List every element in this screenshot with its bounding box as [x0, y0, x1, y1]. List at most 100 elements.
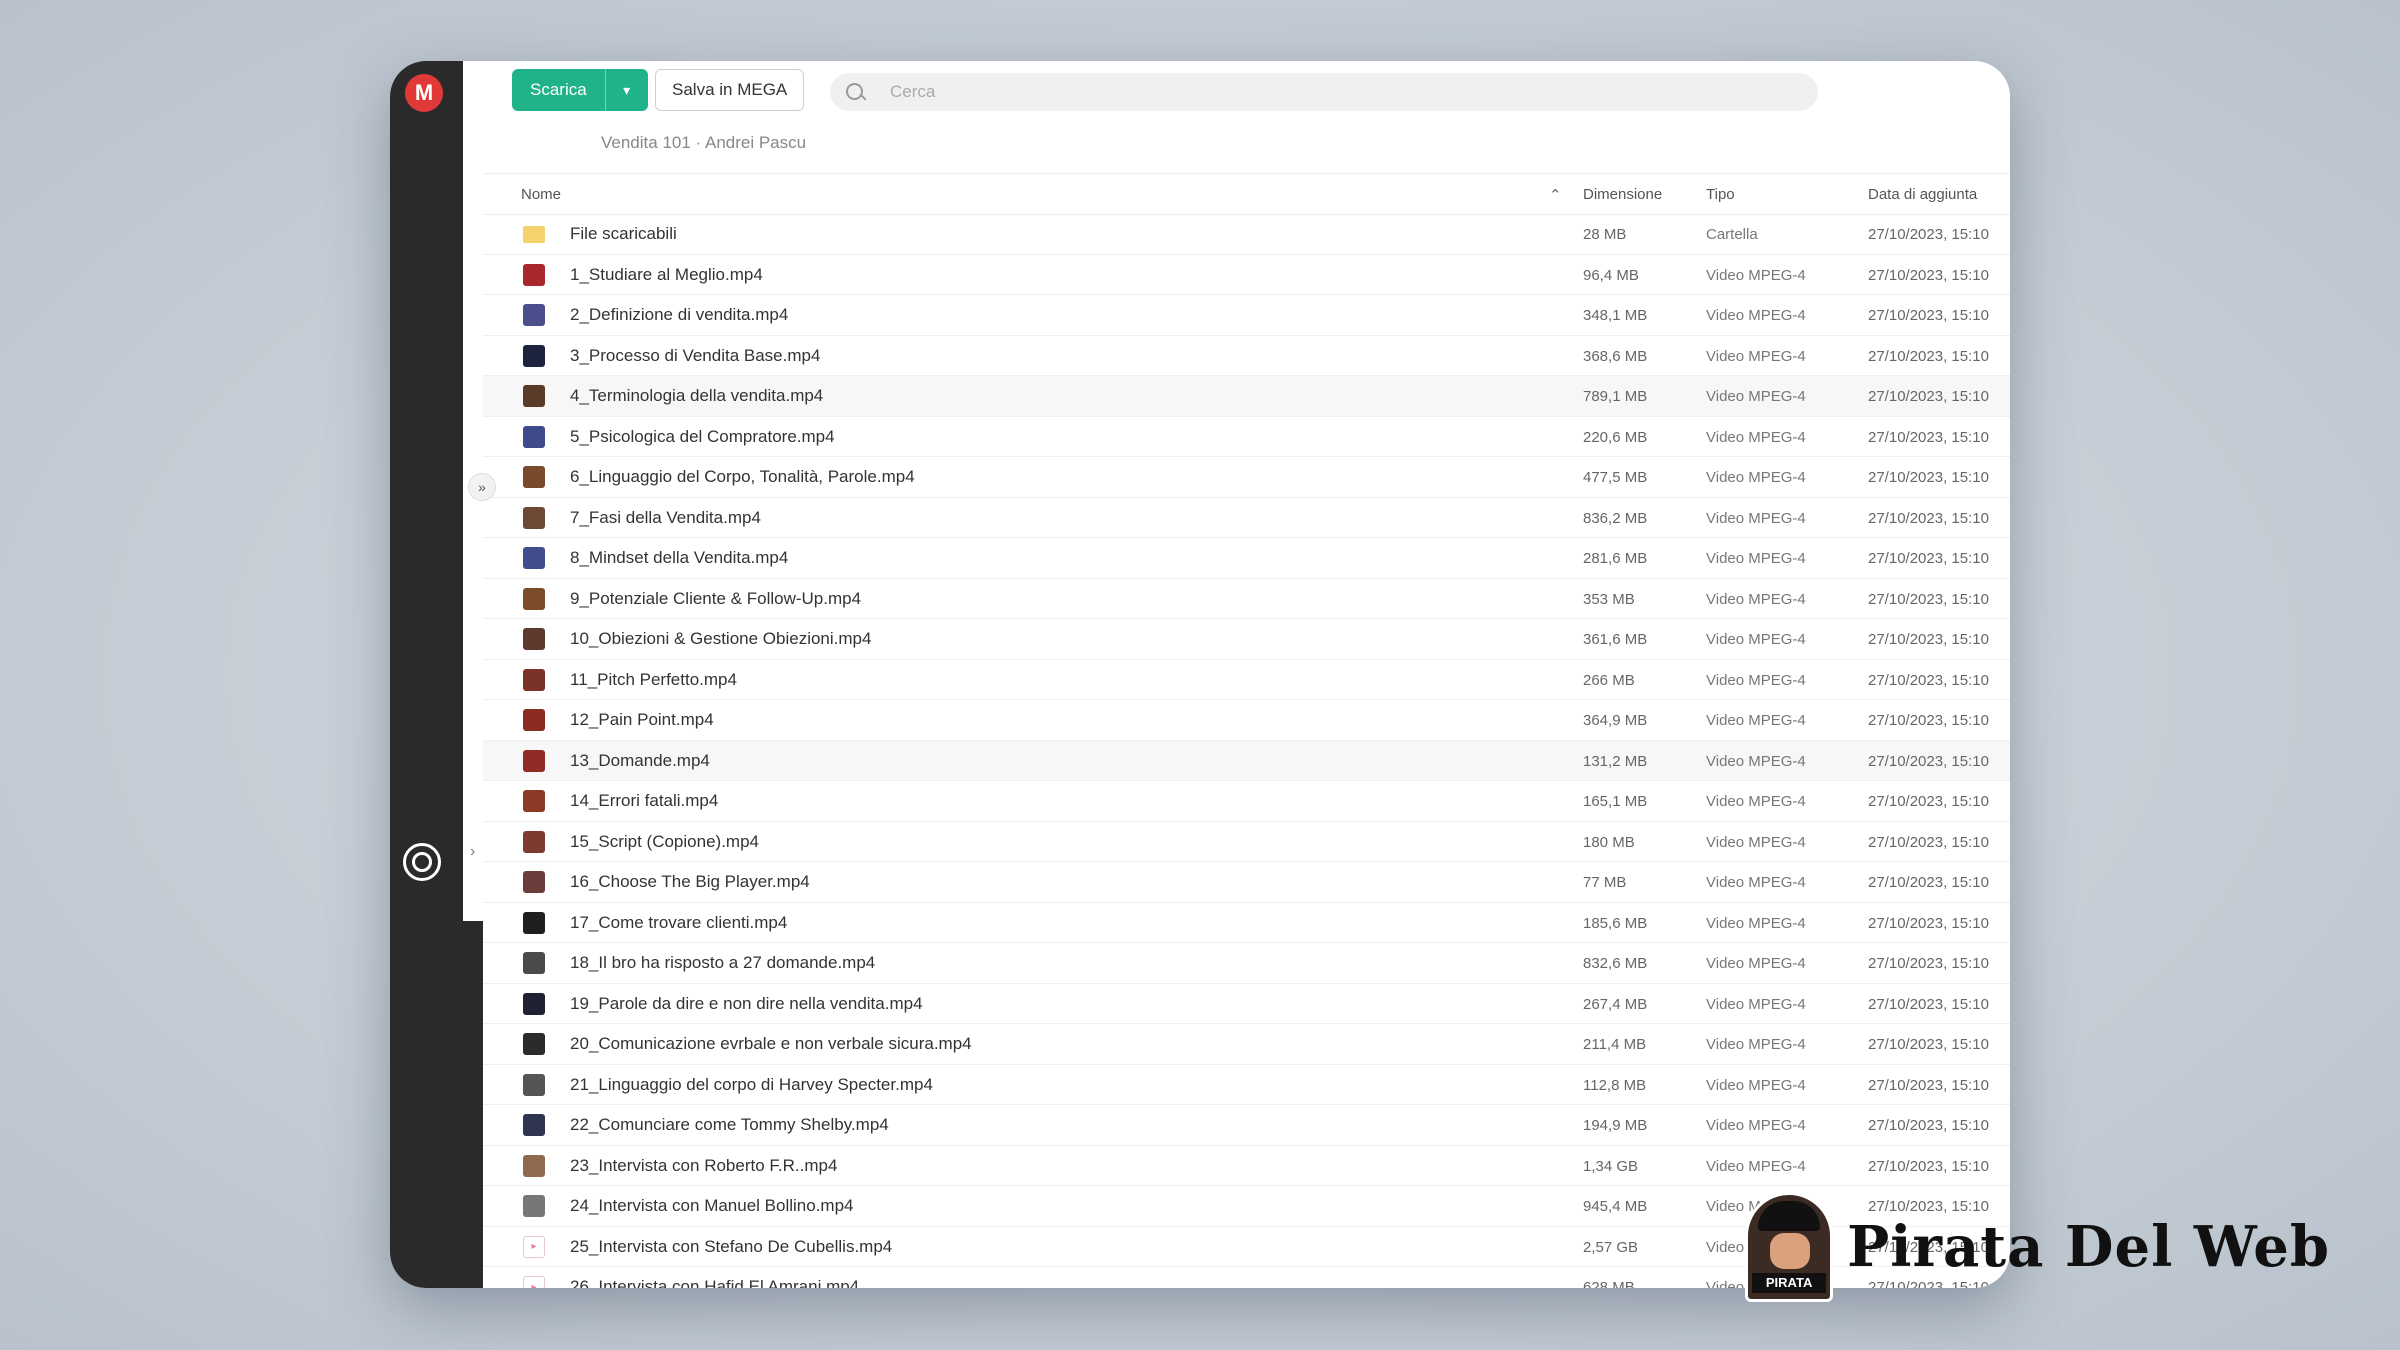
file-name: 12_Pain Point.mp4: [570, 710, 714, 729]
file-date: 27/10/2023, 15:10: [1868, 1036, 1989, 1053]
file-row[interactable]: 2_Definizione di vendita.mp4 348,1 MB Vide…: [483, 295, 2010, 336]
file-type: Video MPEG-4: [1706, 631, 1806, 648]
file-row[interactable]: 13_Domande.mp4 131,2 MB Video MPEG-4 27/10/…: [483, 740, 2010, 781]
file-type: Video MPEG-4: [1706, 1157, 1806, 1175]
list-header: Nome ⌃ Dimensione Tipo Data di aggiunta: [483, 173, 2010, 215]
file-date: 27/10/2023, 15:10: [1868, 1157, 1989, 1175]
file-name: 14_Errori fatali.mp4: [570, 791, 719, 810]
file-date: 27/10/2023, 15:10: [1868, 509, 1989, 527]
video-thumbnail-icon: [523, 587, 545, 610]
side-panel-strip-bottom: [463, 921, 483, 1288]
file-name: 26_Intervista con Hafid El Amrani.mp4: [570, 1277, 860, 1288]
file-row[interactable]: 7_Fasi della Vendita.mp4 836,2 MB Video MP…: [483, 498, 2010, 538]
file-row[interactable]: 4_Terminologia della vendita.mp4 789,1 MB…: [483, 376, 2010, 417]
file-size: 28 MB: [1583, 226, 1627, 243]
mega-logo[interactable]: M: [405, 74, 443, 112]
file-size: 194,9 MB: [1583, 1117, 1648, 1134]
file-name: 18_Il bro ha risposto a 27 domande.mp4: [570, 953, 876, 972]
file-row[interactable]: 22_Comunciare come Tommy Shelby.mp4 194,9…: [483, 1105, 2010, 1146]
file-date: 27/10/2023, 15:10: [1868, 1117, 1989, 1134]
file-type: Video MPEG-4: [1706, 752, 1806, 770]
download-button[interactable]: Scarica ▾: [512, 69, 648, 111]
expand-sidebar-icon[interactable]: »: [468, 473, 496, 501]
file-row[interactable]: 23_Intervista con Roberto F.R..mp4 1,34 G…: [483, 1146, 2010, 1186]
folder-icon: [523, 226, 545, 243]
video-thumbnail-icon: [523, 992, 545, 1015]
file-type: Video MPEG-4: [1706, 955, 1806, 972]
file-date: 27/10/2023, 15:10: [1868, 266, 1989, 284]
file-date: 27/10/2023, 15:10: [1868, 1076, 1989, 1094]
save-to-mega-button[interactable]: Salva in MEGA: [655, 69, 805, 111]
file-row[interactable]: 3_Processo di Vendita Base.mp4 368,6 MB Vi…: [483, 336, 2010, 376]
video-thumbnail-icon: [523, 871, 545, 893]
file-row[interactable]: 19_Parole da dire e non dire nella vendi…: [483, 984, 2010, 1024]
file-row[interactable]: 16_Choose The Big Player.mp4 77 MB Video M…: [483, 862, 2010, 903]
file-row[interactable]: 1_Studiare al Meglio.mp4 96,4 MB Video MPE…: [483, 255, 2010, 295]
file-size: 361,6 MB: [1583, 631, 1648, 648]
file-type: Video MPEG-4: [1706, 590, 1806, 608]
video-thumbnail-icon: [523, 668, 545, 691]
file-date: 27/10/2023, 15:10: [1868, 712, 1989, 729]
file-type: Video MPEG-4: [1706, 428, 1806, 446]
file-name: 16_Choose The Big Player.mp4: [570, 872, 810, 891]
file-name: 9_Potenziale Cliente & Follow-Up.mp4: [570, 588, 862, 608]
file-size: 628 MB: [1583, 1279, 1635, 1288]
file-row[interactable]: 12_Pain Point.mp4 364,9 MB Video MPEG-4 27/…: [483, 700, 2010, 741]
file-row[interactable]: 11_Pitch Perfetto.mp4 266 MB Video MPEG-4 2…: [483, 660, 2010, 700]
file-date: 27/10/2023, 15:10: [1868, 874, 1989, 891]
file-type: Video MPEG-4: [1706, 347, 1806, 365]
file-name: 22_Comunciare come Tommy Shelby.mp4: [570, 1115, 889, 1134]
file-row[interactable]: 6_Linguaggio del Corpo, Tonalità, Parole…: [483, 457, 2010, 498]
file-type: Video MPEG-4: [1706, 509, 1806, 527]
video-thumbnail-icon: [523, 1073, 545, 1096]
file-size: 836,2 MB: [1583, 509, 1648, 527]
file-name: 6_Linguaggio del Corpo, Tonalità, Parole…: [570, 467, 915, 486]
file-type: Video MPEG-4: [1706, 995, 1806, 1013]
file-date: 27/10/2023, 15:10: [1868, 307, 1989, 324]
file-row[interactable]: 18_Il bro ha risposto a 27 domande.mp4 83…: [483, 943, 2010, 984]
search-bar[interactable]: [830, 73, 1818, 111]
file-row[interactable]: 17_Come trovare clienti.mp4 185,6 MB Video…: [483, 903, 2010, 943]
file-row[interactable]: 20_Comunicazione evrbale e non verbale s…: [483, 1024, 2010, 1065]
column-size[interactable]: Dimensione: [1583, 186, 1662, 203]
file-size: 180 MB: [1583, 833, 1635, 851]
account-circle-icon[interactable]: [403, 843, 441, 881]
file-row[interactable]: 8_Mindset della Vendita.mp4 281,6 MB Video…: [483, 538, 2010, 579]
file-type: Video MPEG-4: [1706, 1076, 1806, 1094]
file-row[interactable]: File scaricabili 28 MB Cartella 27/10/2023,…: [483, 214, 2010, 255]
file-name: 19_Parole da dire e non dire nella vendi…: [570, 993, 923, 1013]
file-type: Video MPEG-4: [1706, 1036, 1806, 1053]
file-name: 8_Mindset della Vendita.mp4: [570, 548, 789, 567]
file-date: 27/10/2023, 15:10: [1868, 469, 1989, 486]
file-size: 165,1 MB: [1583, 793, 1648, 810]
file-size: 1,34 GB: [1583, 1157, 1639, 1175]
file-size: 267,4 MB: [1583, 995, 1648, 1013]
chevron-right-icon[interactable]: ›: [470, 843, 475, 861]
watermark-text: Pirata Del Web: [1847, 1214, 2330, 1280]
file-date: 27/10/2023, 15:10: [1868, 347, 1989, 365]
file-date: 27/10/2023, 15:10: [1868, 590, 1989, 608]
file-size: 789,1 MB: [1583, 388, 1648, 405]
file-date: 27/10/2023, 15:10: [1868, 226, 1989, 243]
file-name: 7_Fasi della Vendita.mp4: [570, 507, 761, 527]
chevron-down-icon[interactable]: ▾: [604, 69, 648, 111]
file-row[interactable]: 10_Obiezioni & Gestione Obiezioni.mp4 361…: [483, 619, 2010, 660]
file-row[interactable]: 21_Linguaggio del corpo di Harvey Specte…: [483, 1065, 2010, 1105]
file-name: 10_Obiezioni & Gestione Obiezioni.mp4: [570, 629, 872, 648]
column-type[interactable]: Tipo: [1706, 186, 1735, 203]
video-thumbnail-icon: [523, 1114, 545, 1136]
file-row[interactable]: 15_Script (Copione).mp4 180 MB Video MPEG-…: [483, 822, 2010, 862]
file-type: Video MPEG-4: [1706, 874, 1806, 891]
column-date[interactable]: Data di aggiunta: [1868, 186, 1977, 203]
search-input[interactable]: [888, 81, 1692, 103]
file-date: 27/10/2023, 15:10: [1868, 833, 1989, 851]
column-name[interactable]: Nome: [521, 186, 561, 203]
breadcrumb[interactable]: Vendita 101 · Andrei Pascu: [601, 133, 806, 153]
file-row[interactable]: 9_Potenziale Cliente & Follow-Up.mp4 353 …: [483, 579, 2010, 619]
file-row[interactable]: 5_Psicologica del Compratore.mp4 220,6 MB…: [483, 417, 2010, 457]
file-type: Cartella: [1706, 226, 1758, 243]
download-button-label[interactable]: Scarica: [512, 69, 605, 111]
file-row[interactable]: 14_Errori fatali.mp4 165,1 MB Video MPEG-4…: [483, 781, 2010, 822]
file-date: 27/10/2023, 15:10: [1868, 550, 1989, 567]
sort-asc-icon[interactable]: ⌃: [1549, 186, 1562, 204]
